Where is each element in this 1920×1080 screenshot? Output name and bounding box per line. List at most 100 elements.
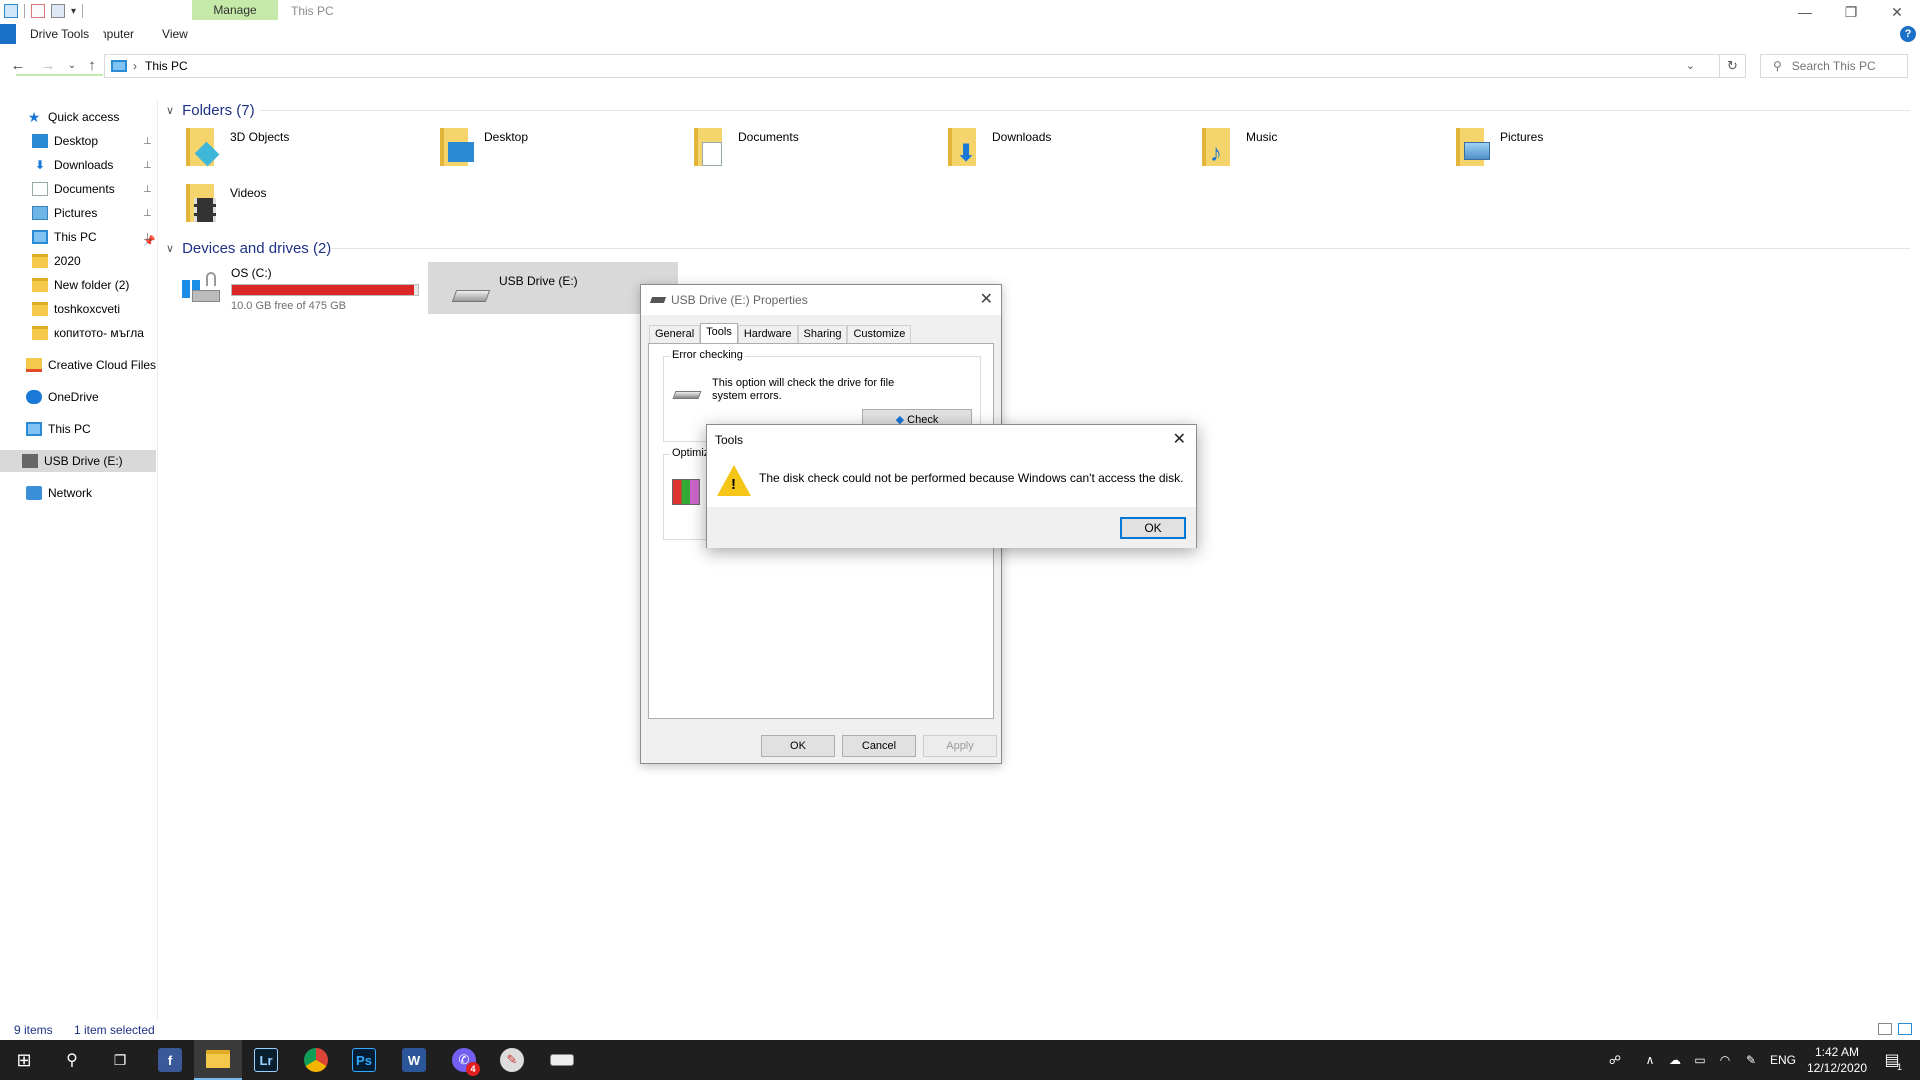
pin-icon[interactable]: ⊥ — [143, 232, 152, 243]
nav-usb-drive[interactable]: USB Drive (E:) — [0, 450, 156, 472]
breadcrumb-this-pc[interactable]: This PC — [145, 59, 188, 73]
desktop-folder-icon — [440, 128, 478, 168]
viber-icon: ✆ 4 — [452, 1048, 480, 1076]
tab-customize[interactable]: Customize — [847, 325, 912, 343]
pin-icon[interactable]: ⊥ — [143, 208, 152, 219]
show-hidden-icons[interactable]: ∧ — [1638, 1040, 1662, 1080]
search-input[interactable] — [1791, 59, 1892, 73]
taskbar-paint[interactable]: ✎ — [488, 1040, 536, 1080]
taskbar-photoshop[interactable]: Ps — [340, 1040, 388, 1080]
error-message: The disk check could not be performed be… — [759, 471, 1184, 485]
folder-icon — [32, 254, 48, 268]
apply-button[interactable]: Apply — [923, 735, 997, 757]
folder-pictures[interactable]: Pictures — [1430, 122, 1684, 174]
tab-sharing[interactable]: Sharing — [797, 325, 848, 343]
taskbar-file-explorer[interactable] — [194, 1040, 242, 1080]
taskbar-viber[interactable]: ✆ 4 — [440, 1040, 488, 1080]
checklist-icon[interactable] — [31, 4, 45, 18]
nav-network[interactable]: Network — [26, 482, 92, 504]
nav-this-pc[interactable]: This PC — [26, 418, 91, 440]
qat-dropdown-icon[interactable]: ▾ — [71, 6, 76, 17]
nav-toshkoxcveti[interactable]: toshkoxcveti — [32, 298, 120, 320]
recent-locations-icon[interactable]: ⌄ — [62, 56, 82, 76]
large-icons-view-icon[interactable] — [1898, 1023, 1912, 1035]
search-box[interactable]: ⚲ — [1760, 54, 1908, 78]
address-bar[interactable]: › This PC ⌄ — [104, 54, 1720, 78]
up-icon[interactable]: ↑ — [82, 56, 102, 76]
folder-documents[interactable]: Documents — [668, 122, 922, 174]
status-bar: 9 items 1 item selected — [0, 1020, 1920, 1040]
start-button[interactable]: ⊞ — [0, 1040, 48, 1080]
tab-tools[interactable]: Tools — [700, 323, 738, 344]
nav-folder-2020[interactable]: 2020 — [32, 250, 81, 272]
close-icon[interactable]: ✕ — [1173, 429, 1186, 449]
tab-general[interactable]: General — [649, 325, 701, 343]
nav-creative-cloud[interactable]: Creative Cloud Files — [26, 354, 156, 376]
battery-icon[interactable]: ▭ — [1688, 1040, 1712, 1080]
properties-icon[interactable] — [4, 4, 18, 18]
action-center-icon[interactable]: ▤ 1 — [1872, 1040, 1912, 1080]
taskbar-usb-app[interactable] — [538, 1040, 586, 1080]
breadcrumb-chevron-icon[interactable]: › — [133, 59, 137, 73]
details-view-icon[interactable] — [1878, 1023, 1892, 1035]
pin-icon[interactable]: ⊥ — [143, 184, 152, 195]
drive-os-c[interactable]: OS (C:) 10.0 GB free of 475 GB — [160, 262, 422, 314]
taskbar-word[interactable]: W — [390, 1040, 438, 1080]
onedrive-cloud-icon — [26, 390, 42, 404]
folders-group-header[interactable]: ∨ Folders (7) — [166, 100, 255, 120]
pin-icon[interactable]: ⊥ — [143, 160, 152, 171]
divider — [260, 110, 1910, 111]
pin-icon[interactable]: ⊥ — [143, 136, 152, 147]
wifi-icon[interactable]: ◠ — [1712, 1040, 1738, 1080]
nav-kopitoto-mygla[interactable]: копитото- мъгла — [32, 322, 144, 344]
nav-desktop[interactable]: Desktop — [32, 130, 98, 152]
address-dropdown-icon[interactable]: ⌄ — [1686, 59, 1695, 72]
warning-exclamation: ! — [731, 476, 736, 493]
folder-3d-objects[interactable]: 3D Objects — [160, 122, 414, 174]
nav-onedrive[interactable]: OneDrive — [26, 386, 99, 408]
nav-documents[interactable]: Documents — [32, 178, 115, 200]
nav-downloads[interactable]: ⬇ Downloads — [32, 154, 113, 176]
folder-music[interactable]: ♪ Music — [1176, 122, 1430, 174]
minimize-icon[interactable]: — — [1782, 0, 1828, 24]
this-pc-icon — [111, 60, 127, 72]
help-icon[interactable]: ? — [1900, 26, 1916, 42]
nav-this-pc-pinned[interactable]: This PC — [32, 226, 97, 248]
tab-hardware[interactable]: Hardware — [737, 325, 798, 343]
drives-group-header[interactable]: ∨ Devices and drives (2) — [166, 238, 331, 258]
language-indicator[interactable]: ENG — [1766, 1040, 1800, 1080]
pen-icon[interactable]: ✎ — [1738, 1040, 1764, 1080]
close-icon[interactable]: ✕ — [980, 289, 993, 309]
people-icon[interactable]: ☍ — [1600, 1040, 1630, 1080]
search-button[interactable]: ⚲ — [48, 1040, 96, 1080]
nav-quick-access[interactable]: ★ Quick access — [26, 106, 120, 128]
cancel-button[interactable]: Cancel — [842, 735, 916, 757]
taskbar-lightroom[interactable]: Lr — [242, 1040, 290, 1080]
tab-view[interactable]: View — [148, 24, 202, 44]
nav-pictures[interactable]: Pictures — [32, 202, 97, 224]
manage-context-tab[interactable]: Manage — [192, 0, 278, 20]
folder-videos[interactable]: Videos — [160, 178, 414, 230]
paint-icon: ✎ — [500, 1048, 524, 1072]
taskbar-chrome[interactable] — [292, 1040, 340, 1080]
refresh-icon[interactable]: ↻ — [1720, 54, 1746, 78]
collapse-chevron-icon[interactable]: ∨ — [166, 104, 174, 117]
ok-button[interactable]: OK — [761, 735, 835, 757]
folder-downloads[interactable]: ⬇ Downloads — [922, 122, 1176, 174]
nav-new-folder-2[interactable]: New folder (2) — [32, 274, 129, 296]
dialog-title-bar[interactable]: USB Drive (E:) Properties ✕ — [641, 285, 1001, 315]
restore-icon[interactable]: ❐ — [1828, 0, 1874, 24]
forward-icon[interactable]: → — [38, 56, 58, 76]
ok-button[interactable]: OK — [1120, 517, 1186, 539]
back-icon[interactable]: ← — [8, 56, 28, 76]
clock[interactable]: 1:42 AM 12/12/2020 — [1802, 1044, 1872, 1076]
task-view-button[interactable]: ❐ — [96, 1040, 144, 1080]
selection-count: 1 item selected — [74, 1023, 155, 1037]
new-folder-icon[interactable] — [51, 4, 65, 18]
collapse-chevron-icon[interactable]: ∨ — [166, 242, 174, 255]
folder-desktop[interactable]: Desktop — [414, 122, 668, 174]
taskbar-facebook[interactable]: f — [146, 1040, 194, 1080]
usb-drive-icon — [550, 1054, 574, 1066]
close-icon[interactable]: ✕ — [1874, 0, 1920, 24]
onedrive-tray-icon[interactable]: ☁ — [1662, 1040, 1688, 1080]
